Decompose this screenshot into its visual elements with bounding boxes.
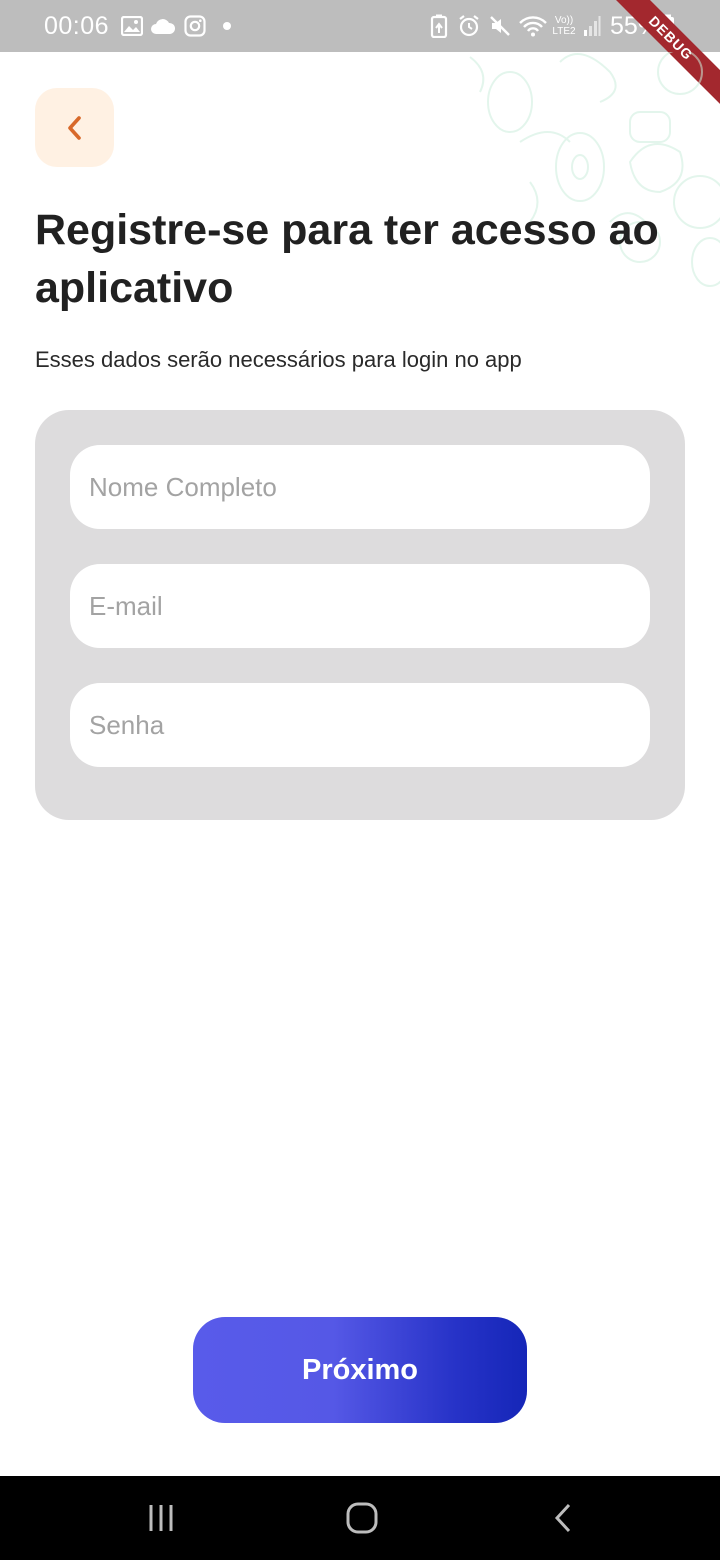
volte-label: Vo)) — [554, 15, 574, 26]
recent-apps-icon — [149, 1505, 173, 1531]
recent-apps-button[interactable] — [101, 1476, 221, 1560]
gallery-icon — [120, 14, 144, 38]
chevron-left-icon — [67, 115, 81, 140]
cloud-icon — [150, 14, 176, 38]
dot-icon — [220, 14, 234, 38]
password-input[interactable] — [70, 683, 650, 767]
email-input[interactable] — [70, 564, 650, 648]
registration-form — [35, 410, 685, 820]
back-button[interactable] — [35, 88, 114, 167]
system-back-button[interactable] — [504, 1476, 624, 1560]
back-icon — [554, 1503, 571, 1533]
status-time: 00:06 — [44, 12, 110, 40]
wifi-icon — [518, 14, 548, 38]
alarm-icon — [456, 14, 482, 38]
page-title: Registre-se para ter acesso ao aplicativ… — [35, 206, 659, 312]
lte-label: LTE2 — [552, 26, 576, 37]
signal-icon — [582, 14, 602, 38]
next-button[interactable]: Próximo — [193, 1317, 527, 1423]
page-subtitle: Esses dados serão necessários para login… — [35, 347, 522, 372]
status-bar: 00:06 Vo)) LTE2 55% — [0, 0, 720, 52]
instagram-icon — [183, 14, 207, 38]
full-name-input[interactable] — [70, 445, 650, 529]
navigation-bar — [0, 1476, 720, 1560]
home-button[interactable] — [302, 1476, 422, 1560]
home-icon — [346, 1502, 378, 1534]
volte-icon: Vo)) LTE2 — [549, 14, 579, 38]
mute-icon — [488, 14, 512, 38]
battery-saver-icon — [428, 14, 450, 38]
